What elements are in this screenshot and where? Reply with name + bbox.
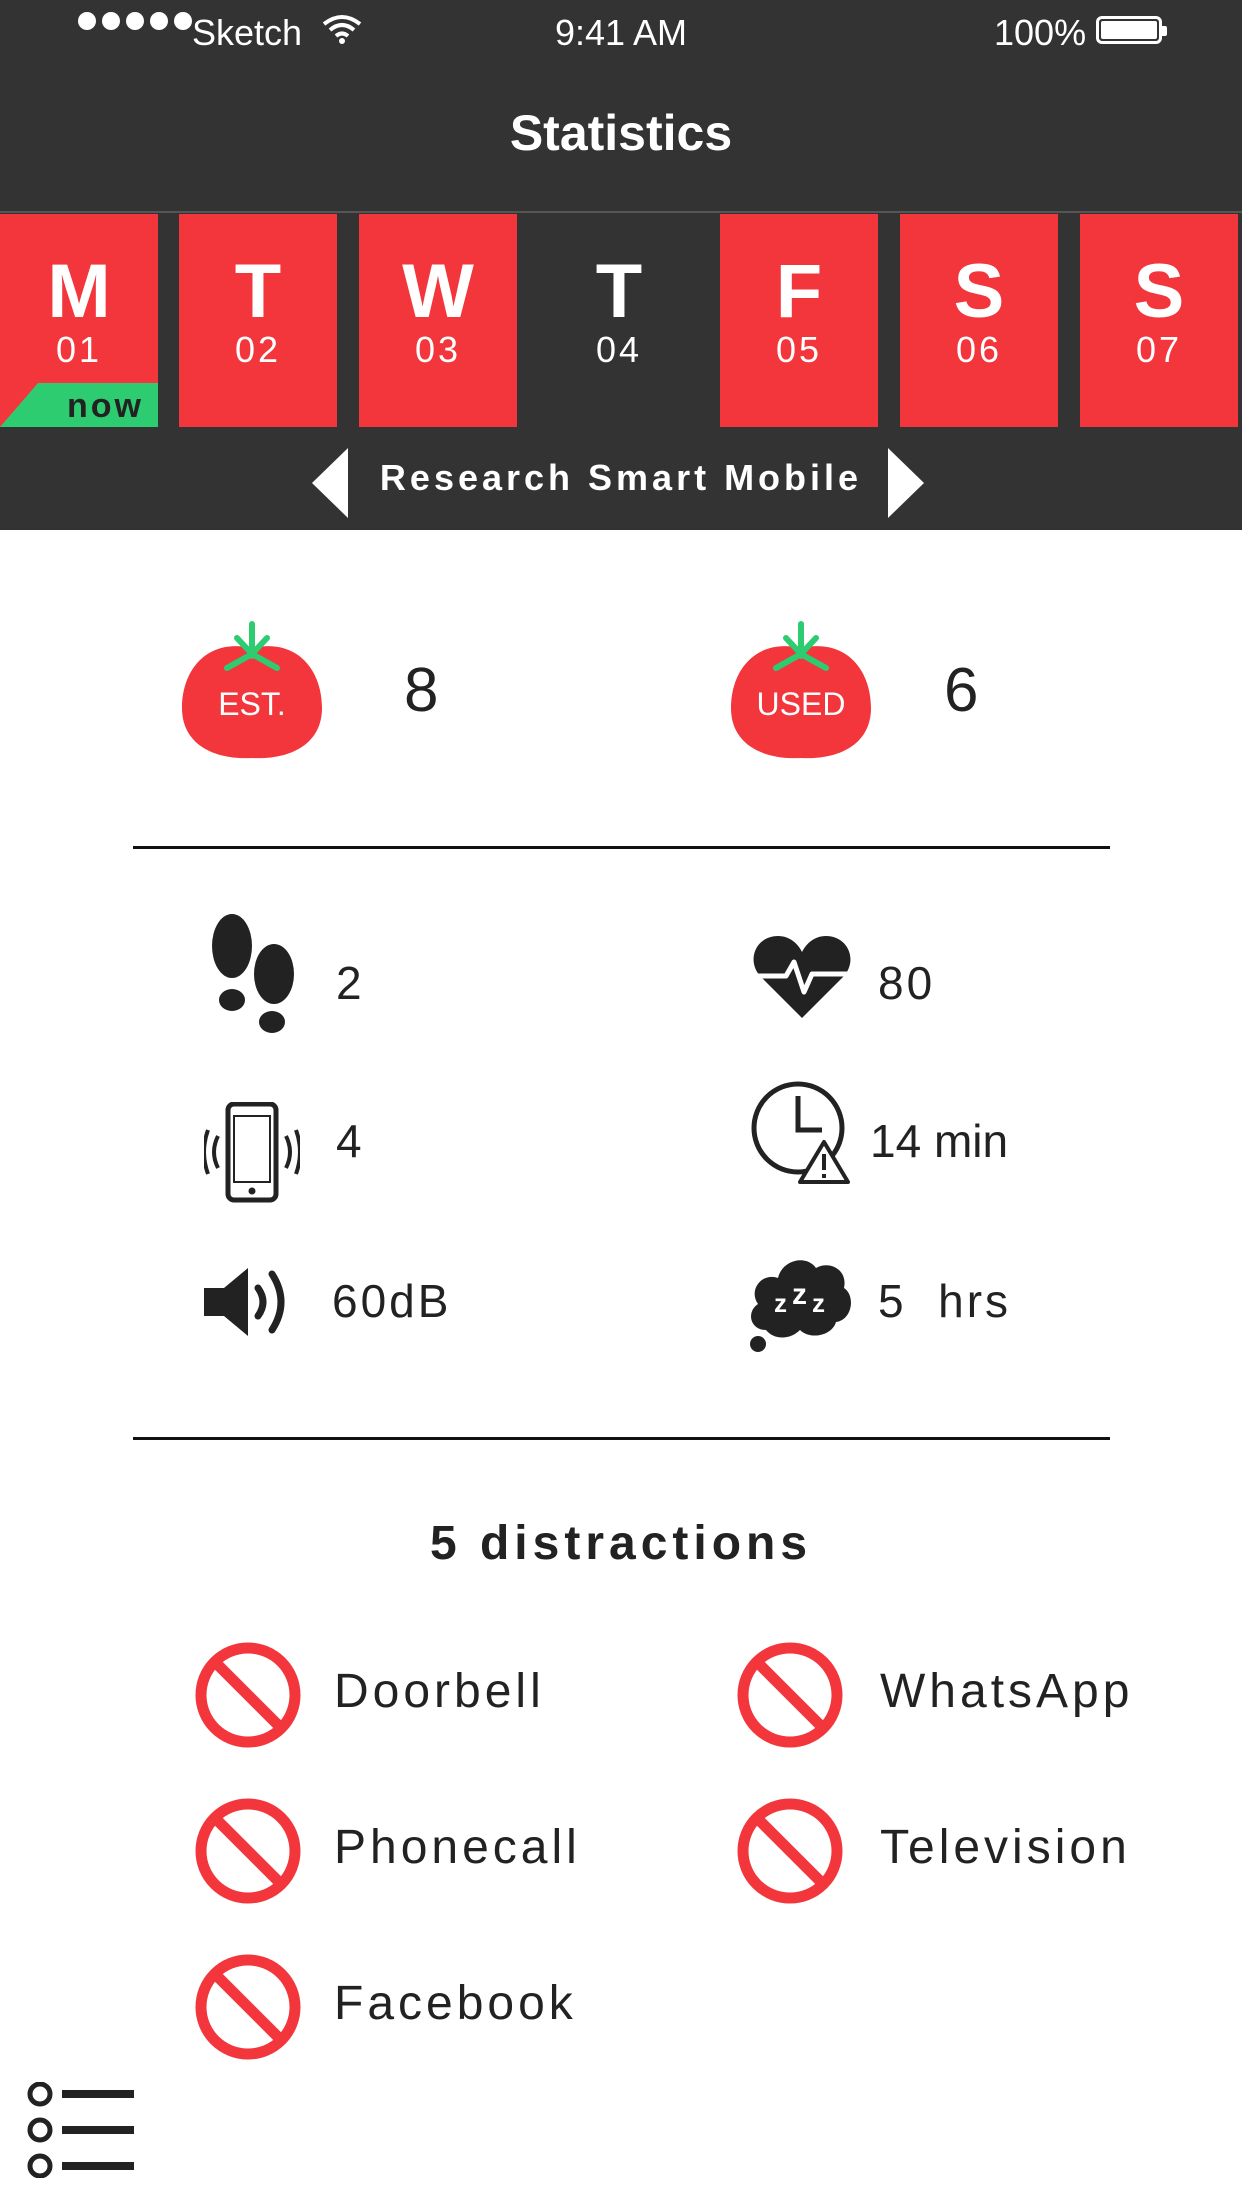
heart-rate-value: 80: [878, 957, 936, 1009]
distraction-label-television: Television: [880, 1821, 1131, 1874]
header-area: Sketch 9:41 AM 100% Statistics M 01 now …: [0, 0, 1242, 530]
section-divider: [133, 1437, 1110, 1440]
used-label: USED: [756, 686, 846, 722]
prohibited-icon: [737, 1642, 843, 1748]
day-tab-saturday[interactable]: S 06: [900, 214, 1058, 427]
prohibited-icon: [737, 1798, 843, 1904]
prohibited-icon: [195, 1798, 301, 1904]
speaker-icon: [204, 1268, 285, 1336]
svg-text:z: z: [774, 1288, 787, 1318]
prohibited-icon: [195, 1954, 301, 2060]
day-letter: T: [595, 249, 643, 334]
list-menu-icon[interactable]: [26, 2082, 136, 2178]
section-divider: [133, 846, 1110, 849]
week-day-selector: M 01 now T 02 W 03 T 04 F 05 S 06 S 07: [0, 214, 1242, 427]
header-divider: [0, 211, 1242, 213]
distraction-label-phonecall: Phonecall: [334, 1821, 581, 1874]
day-number: 03: [414, 329, 462, 370]
distraction-label-facebook: Facebook: [334, 1977, 577, 2030]
day-tab-thursday[interactable]: T 04: [540, 214, 698, 427]
day-number: 07: [1135, 329, 1183, 370]
estimated-tomato-icon: EST.: [177, 620, 327, 764]
battery-percent: 100%: [994, 12, 1087, 53]
distractions-title: 5 distractions: [429, 1517, 813, 1570]
noise-value: 60dB: [332, 1275, 452, 1327]
day-letter: M: [47, 249, 111, 334]
day-number: 06: [955, 329, 1003, 370]
day-letter: S: [1133, 249, 1185, 334]
day-number: 01: [55, 329, 103, 370]
day-tab-friday[interactable]: F 05: [720, 214, 878, 427]
svg-text:z: z: [812, 1288, 825, 1318]
svg-text:z: z: [792, 1278, 807, 1311]
distraction-label-whatsapp: WhatsApp: [880, 1665, 1134, 1718]
day-letter: W: [402, 249, 474, 334]
used-value: 6: [944, 656, 979, 725]
clock-warning-icon: [751, 1081, 850, 1184]
day-tab-sunday[interactable]: S 07: [1080, 214, 1238, 427]
day-letter: F: [775, 249, 823, 334]
used-tomato-icon: USED: [726, 620, 876, 764]
prohibited-icon: [195, 1642, 301, 1748]
phone-pickups-value: 4: [336, 1115, 365, 1167]
estimated-label: EST.: [218, 686, 286, 722]
status-bar: Sketch 9:41 AM 100%: [0, 0, 1242, 66]
late-time-value: 14 min: [870, 1115, 1009, 1167]
distraction-label-doorbell: Doorbell: [334, 1665, 545, 1718]
day-tab-tuesday[interactable]: T 02: [179, 214, 337, 427]
footprints-icon: [212, 914, 294, 1033]
vibrating-phone-icon: [204, 1102, 300, 1203]
battery-icon: [1096, 16, 1167, 44]
now-badge: now: [0, 383, 158, 427]
day-number: 02: [234, 329, 282, 370]
project-name: Research Smart Mobile: [379, 457, 863, 498]
heartbeat-icon: [753, 936, 851, 1018]
day-letter: S: [953, 249, 1005, 334]
steps-value: 2: [336, 957, 365, 1009]
day-tab-monday[interactable]: M 01 now: [0, 214, 158, 427]
day-letter: T: [234, 249, 282, 334]
day-tab-wednesday[interactable]: W 03: [359, 214, 517, 427]
sleep-value: 5 hrs: [878, 1275, 1012, 1327]
project-navigator: Research Smart Mobile: [0, 427, 1242, 530]
next-project-arrow-icon[interactable]: [888, 448, 924, 518]
page-title: Statistics: [509, 105, 733, 161]
day-number: 04: [595, 329, 643, 370]
estimated-value: 8: [404, 656, 439, 725]
sleep-cloud-icon: z z z: [750, 1260, 851, 1352]
day-number: 05: [775, 329, 823, 370]
